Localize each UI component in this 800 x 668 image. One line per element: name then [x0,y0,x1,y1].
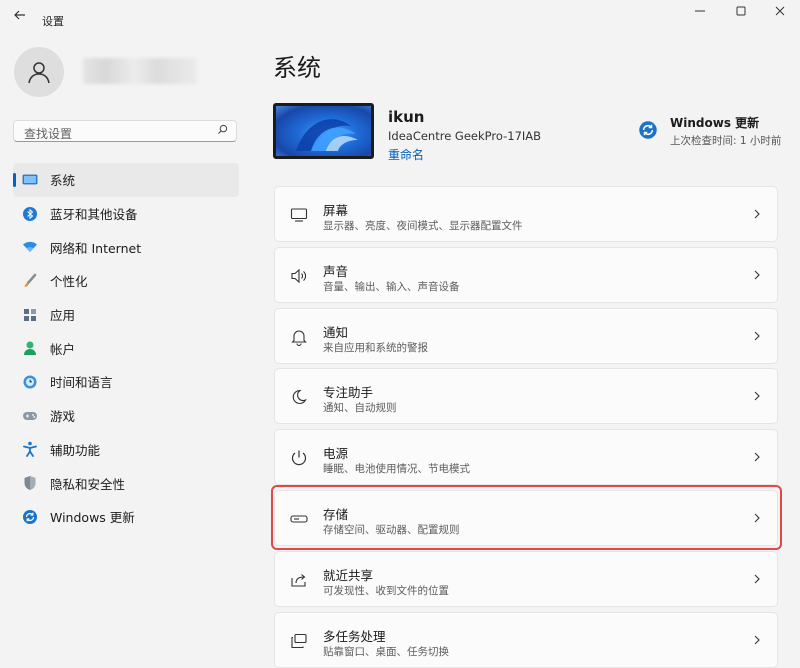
globe-clock-icon [22,374,38,390]
shield-icon [22,475,38,491]
share-icon [289,570,309,590]
chevron-right-icon [754,331,760,341]
windows-update-title[interactable]: Windows 更新 [670,114,759,131]
bell-icon [289,327,309,347]
search-icon [217,124,228,138]
accessibility-icon [22,441,38,458]
back-arrow-icon[interactable] [10,8,30,28]
card-subtitle: 来自应用和系统的警报 [323,342,428,354]
sidebar-item-apps[interactable]: 应用 [13,298,239,332]
card-title: 专注助手 [323,385,374,400]
chevron-right-icon [754,452,760,462]
card-multitasking[interactable]: 多任务处理 贴靠窗口、桌面、任务切换 [274,612,778,668]
chevron-right-icon [754,574,760,584]
card-title: 多任务处理 [323,629,386,644]
gamepad-icon [22,408,38,424]
chevron-right-icon [754,270,760,280]
avatar[interactable] [14,47,64,97]
sidebar-item-label: 应用 [50,308,76,324]
sidebar-item-accounts[interactable]: 帐户 [13,331,239,365]
sidebar-item-label: 隐私和安全性 [50,476,126,492]
display-icon [289,205,309,225]
update-icon[interactable] [638,120,658,140]
card-subtitle: 贴靠窗口、桌面、任务切换 [323,646,449,658]
sidebar-item-label: 蓝牙和其他设备 [50,207,138,223]
sidebar-item-label: 辅助功能 [50,442,101,458]
windows-update-subtitle: 上次检查时间: 1 小时前 [670,135,782,147]
page-title: 系统 [273,54,321,82]
card-title: 通知 [323,325,349,340]
moon-icon [289,387,309,407]
multitask-icon [289,631,309,651]
device-wallpaper-thumbnail [273,103,374,159]
person-icon [28,62,50,84]
card-notifications[interactable]: 通知 来自应用和系统的警报 [274,308,778,364]
sidebar: 系统 蓝牙和其他设备 网络和 Internet 个性化 应用 帐户 时间和语言 … [13,163,239,534]
sidebar-item-label: 帐户 [50,341,76,357]
blurred-user-name [83,58,197,84]
card-subtitle: 显示器、亮度、夜间模式、显示器配置文件 [323,220,523,232]
app-title: 设置 [42,15,64,28]
sidebar-item-personalization[interactable]: 个性化 [13,264,239,298]
search-placeholder: 查找设置 [24,127,73,141]
update-icon [22,509,38,525]
brush-icon [22,273,38,289]
card-title: 就近共享 [323,568,374,583]
monitor-icon [22,172,38,188]
rename-link[interactable]: 重命名 [388,146,424,163]
wifi-icon [22,239,38,255]
sidebar-item-label: 网络和 Internet [50,240,142,256]
card-title: 声音 [323,264,349,279]
chevron-right-icon [754,209,760,219]
card-subtitle: 睡眠、电池使用情况、节电模式 [323,463,470,475]
minimize-icon[interactable] [683,3,717,25]
search-input[interactable]: 查找设置 [13,120,237,142]
sidebar-item-time-language[interactable]: 时间和语言 [13,365,239,399]
card-display[interactable]: 屏幕 显示器、亮度、夜间模式、显示器配置文件 [274,186,778,242]
chevron-right-icon [754,635,760,645]
chevron-right-icon [754,391,760,401]
sidebar-item-label: 游戏 [50,409,76,425]
card-title: 电源 [323,446,349,461]
card-subtitle: 可发现性、收到文件的位置 [323,585,449,597]
power-icon [289,448,309,468]
bluetooth-icon [22,206,38,222]
sidebar-item-label: 时间和语言 [50,375,113,391]
card-sound[interactable]: 声音 音量、输出、输入、声音设备 [274,247,778,303]
close-icon[interactable] [763,3,797,25]
sidebar-item-label: 个性化 [50,274,88,290]
apps-icon [22,307,38,323]
speaker-icon [289,266,309,286]
sidebar-item-gaming[interactable]: 游戏 [13,399,239,433]
sidebar-item-accessibility[interactable]: 辅助功能 [13,433,239,467]
card-subtitle: 音量、输出、输入、声音设备 [323,281,460,293]
sidebar-item-label: 系统 [50,173,76,189]
card-focus-assist[interactable]: 专注助手 通知、自动规则 [274,368,778,424]
card-subtitle: 通知、自动规则 [323,402,397,414]
person-icon [22,340,38,356]
sidebar-item-privacy[interactable]: 隐私和安全性 [13,466,239,500]
card-title: 屏幕 [323,203,349,218]
card-nearby-sharing[interactable]: 就近共享 可发现性、收到文件的位置 [274,551,778,607]
highlight-box [271,485,782,550]
device-name: ikun [388,108,425,126]
card-power[interactable]: 电源 睡眠、电池使用情况、节电模式 [274,429,778,485]
maximize-icon[interactable] [724,3,758,25]
sidebar-item-network[interactable]: 网络和 Internet [13,230,239,264]
sidebar-item-system[interactable]: 系统 [13,163,239,197]
title-bar: 设置 [0,0,800,40]
device-model: IdeaCentre GeekPro-17IAB [388,129,542,143]
sidebar-item-label: Windows 更新 [50,510,135,526]
sidebar-item-bluetooth[interactable]: 蓝牙和其他设备 [13,197,239,231]
sidebar-item-windows-update[interactable]: Windows 更新 [13,500,239,534]
